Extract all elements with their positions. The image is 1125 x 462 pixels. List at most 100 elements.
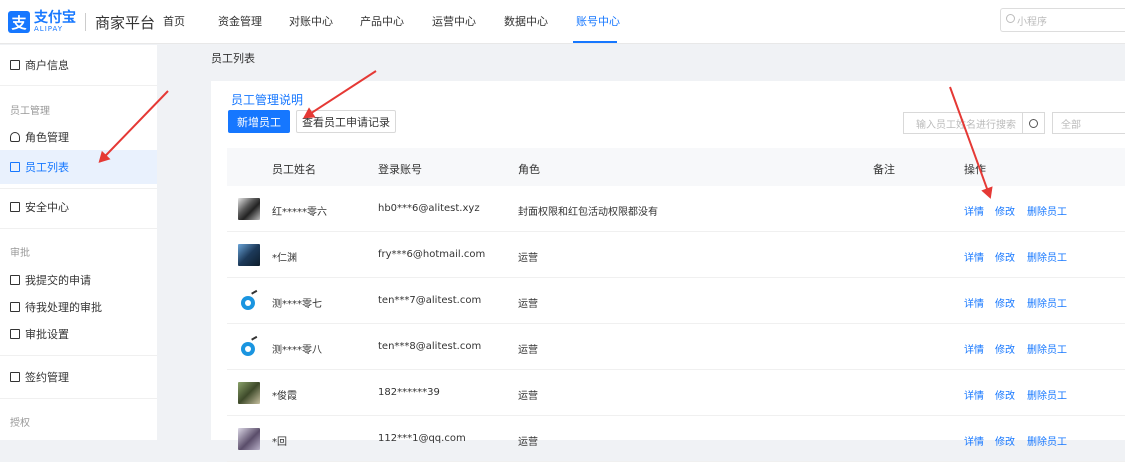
- table-row: [227, 416, 1125, 462]
- breadcrumb: 员工列表: [211, 52, 255, 65]
- sidebar-divider: [0, 398, 157, 399]
- top-search-placeholder: 小程序: [1017, 16, 1047, 28]
- detail-link[interactable]: 详情: [964, 295, 984, 310]
- staff-account: hb0***6@alitest.xyz: [378, 203, 480, 214]
- nav-active-indicator: [573, 41, 617, 43]
- staff-role: 封面权限和红包活动权限都没有: [518, 207, 658, 218]
- staff-role: 运营: [518, 253, 538, 264]
- nav-products[interactable]: 产品中心: [360, 13, 404, 29]
- column-header-role: 角色: [518, 163, 540, 176]
- delete-staff-link[interactable]: 删除员工: [1027, 295, 1067, 310]
- delete-staff-link[interactable]: 删除员工: [1027, 387, 1067, 402]
- sidebar-group-auth: 授权: [10, 418, 30, 429]
- sidebar-item-label: 审批设置: [25, 328, 69, 341]
- nav-home[interactable]: 首页: [163, 13, 185, 29]
- staff-role: 运营: [518, 437, 538, 448]
- edit-link[interactable]: 修改: [995, 249, 1015, 264]
- sidebar-item-label: 员工列表: [25, 161, 69, 174]
- staff-role: 运营: [518, 391, 538, 402]
- top-search-input[interactable]: 小程序: [1000, 8, 1125, 32]
- list-icon: [10, 162, 20, 172]
- search-icon: [1029, 118, 1038, 128]
- nav-account[interactable]: 账号中心: [576, 13, 620, 29]
- avatar: [238, 244, 260, 266]
- avatar: [238, 198, 260, 220]
- delete-staff-link[interactable]: 删除员工: [1027, 341, 1067, 356]
- staff-account: ten***8@alitest.com: [378, 341, 482, 352]
- staff-name: *俊霞: [272, 391, 297, 402]
- staff-guide-link[interactable]: 员工管理说明: [231, 91, 303, 108]
- sidebar-divider: [0, 228, 157, 229]
- staff-account: 182******39: [378, 387, 440, 398]
- sidebar-item-approval-settings[interactable]: 审批设置: [0, 317, 157, 351]
- logo-cn: 支付宝: [34, 10, 76, 26]
- nav-reconciliation[interactable]: 对账中心: [289, 13, 333, 29]
- alipay-logo[interactable]: 支 支付宝 ALIPAY 商家平台: [8, 9, 155, 35]
- submit-icon: [10, 275, 20, 285]
- sidebar-item-label: 商户信息: [25, 59, 69, 72]
- detail-link[interactable]: 详情: [964, 387, 984, 402]
- staff-account: 112***1@qq.com: [378, 433, 466, 444]
- staff-role: 运营: [518, 345, 538, 356]
- sidebar-item-security[interactable]: 安全中心: [0, 190, 157, 224]
- avatar: [238, 382, 260, 404]
- detail-link[interactable]: 详情: [964, 203, 984, 218]
- edit-link[interactable]: 修改: [995, 387, 1015, 402]
- sidebar-item-contract[interactable]: 签约管理: [0, 360, 157, 394]
- sidebar-divider: [0, 188, 157, 189]
- sidebar-item-label: 角色管理: [25, 131, 69, 144]
- logo-en: ALIPAY: [34, 25, 64, 33]
- role-filter-select[interactable]: 全部: [1052, 112, 1125, 134]
- sidebar-item-label: 我提交的申请: [25, 274, 91, 287]
- avatar: [238, 289, 260, 312]
- delete-staff-link[interactable]: 删除员工: [1027, 203, 1067, 218]
- edit-link[interactable]: 修改: [995, 203, 1015, 218]
- staff-role: 运营: [518, 299, 538, 310]
- document-icon: [10, 202, 20, 212]
- settings-icon: [10, 329, 20, 339]
- column-header-name: 员工姓名: [272, 163, 316, 176]
- avatar: [238, 335, 260, 358]
- staff-name: *回: [272, 437, 287, 448]
- add-staff-button[interactable]: 新增员工: [228, 110, 290, 133]
- sidebar-group-approval: 审批: [10, 248, 30, 259]
- sidebar-item-merchant-info[interactable]: 商户信息: [0, 48, 157, 82]
- table-header: [227, 148, 1125, 186]
- table-row: [227, 278, 1125, 324]
- nav-data[interactable]: 数据中心: [504, 13, 548, 29]
- platform-name: 商家平台: [95, 13, 156, 32]
- staff-name: 测****零七: [272, 299, 322, 310]
- staff-name: *仁渊: [272, 253, 297, 264]
- top-bar: 支 支付宝 ALIPAY 商家平台 首页 资金管理 对账中心 产品中心 运营中心…: [0, 0, 1125, 44]
- inbox-icon: [10, 302, 20, 312]
- nav-operations[interactable]: 运营中心: [432, 13, 476, 29]
- logo-divider: [85, 13, 86, 31]
- sidebar: 商户信息 员工管理 角色管理 员工列表 安全中心 审批 我提交的申请 待我处理的…: [0, 45, 157, 440]
- edit-link[interactable]: 修改: [995, 433, 1015, 448]
- nav-funds[interactable]: 资金管理: [218, 13, 262, 29]
- sidebar-group-staff: 员工管理: [10, 106, 50, 117]
- detail-link[interactable]: 详情: [964, 341, 984, 356]
- delete-staff-link[interactable]: 删除员工: [1027, 249, 1067, 264]
- id-card-icon: [10, 60, 20, 70]
- edit-link[interactable]: 修改: [995, 295, 1015, 310]
- sidebar-item-staff-list[interactable]: 员工列表: [0, 150, 157, 184]
- column-header-remark: 备注: [873, 163, 895, 176]
- alipay-logo-icon: 支: [8, 11, 30, 33]
- table-row: [227, 370, 1125, 416]
- detail-link[interactable]: 详情: [964, 433, 984, 448]
- delete-staff-link[interactable]: 删除员工: [1027, 433, 1067, 448]
- sidebar-item-label: 待我处理的审批: [25, 301, 102, 314]
- detail-link[interactable]: 详情: [964, 249, 984, 264]
- edit-link[interactable]: 修改: [995, 341, 1015, 356]
- sidebar-divider: [0, 85, 157, 86]
- sidebar-item-label: 安全中心: [25, 201, 69, 214]
- sidebar-item-label: 签约管理: [25, 371, 69, 384]
- contract-icon: [10, 372, 20, 382]
- sidebar-divider: [0, 355, 157, 356]
- search-icon: [1006, 14, 1015, 23]
- staff-account: fry***6@hotmail.com: [378, 249, 486, 260]
- staff-search-button[interactable]: [1022, 112, 1045, 134]
- staff-account: ten***7@alitest.com: [378, 295, 482, 306]
- table-row: [227, 232, 1125, 278]
